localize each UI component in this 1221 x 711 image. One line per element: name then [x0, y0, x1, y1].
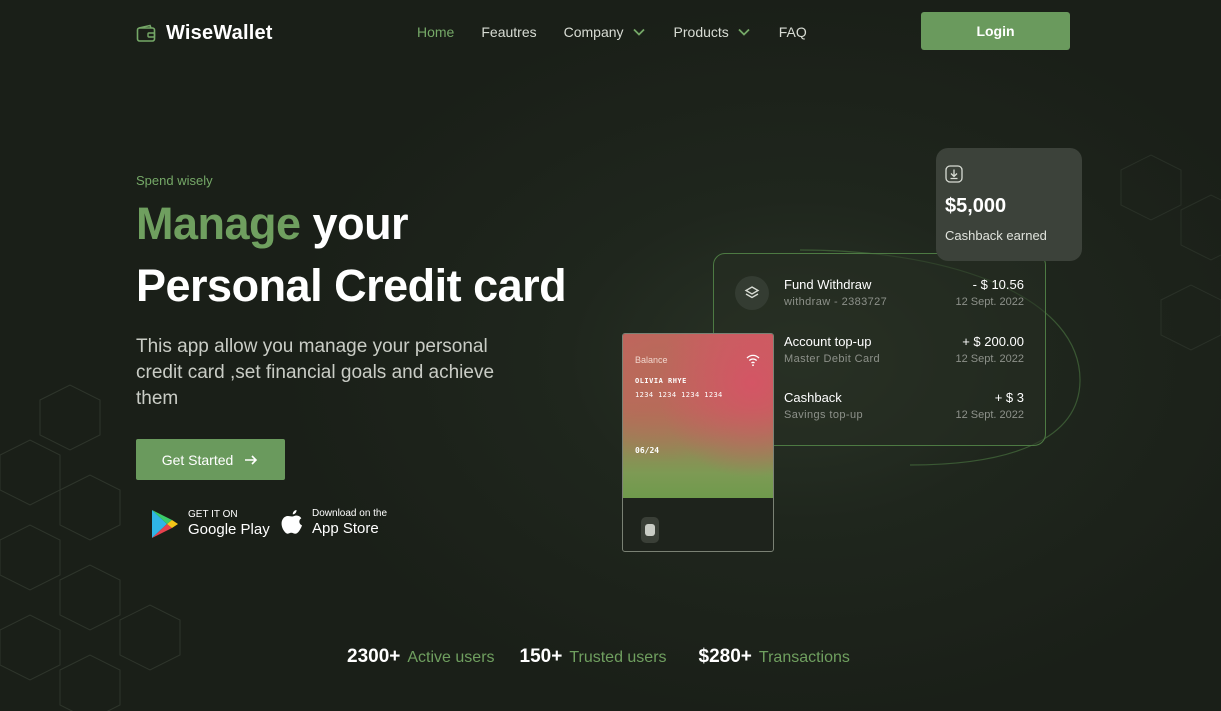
app-store-text: Download on the App Store [312, 508, 387, 538]
card-balance-label: Balance [635, 355, 668, 365]
tx-icon-circle [735, 276, 769, 310]
layers-icon [744, 286, 760, 299]
hero-eyebrow: Spend wisely [136, 173, 213, 188]
hero-description: This app allow you manage your personal … [136, 336, 495, 409]
card-chip [641, 517, 659, 543]
stat-trusted-users: 150+ Trusted users [520, 646, 667, 668]
nav-faq-label: FAQ [778, 24, 807, 40]
nav-products-label: Products [673, 24, 729, 40]
google-play-big: Google Play [188, 521, 270, 538]
stat-active-users: 2300+ Active users [347, 646, 495, 668]
nav-company[interactable]: Company [564, 24, 646, 40]
stat-label: Trusted users [569, 649, 667, 666]
nav-features-label: Feautres [481, 24, 537, 40]
hero-title-line1: Manage your [136, 198, 409, 250]
app-store-big: App Store [312, 520, 379, 537]
arrow-right-icon [245, 454, 258, 465]
hero-title-rest: your [300, 198, 409, 249]
tx-title: Fund Withdraw [784, 277, 872, 292]
chevron-down-icon [632, 28, 645, 36]
brand-name: WiseWallet [166, 22, 273, 44]
google-play-small: GET IT ON [188, 509, 238, 520]
nav-features[interactable]: Feautres [481, 24, 536, 40]
nav-home-label: Home [417, 24, 455, 40]
nav-home[interactable]: Home [417, 24, 454, 40]
tx-amount: - $ 10.56 [972, 277, 1024, 292]
top-navbar: WiseWallet Home Feautres Company Product… [0, 0, 1221, 66]
card-number: 1234 1234 1234 1234 [635, 391, 723, 399]
google-play-text: GET IT ON Google Play [188, 509, 270, 539]
stat-label: Transactions [758, 649, 850, 666]
tx-sub: Master Debit Card [784, 353, 881, 365]
tx-date: 12 Sept. 2022 [955, 409, 1024, 421]
get-started-button[interactable]: Get Started [136, 439, 285, 480]
hero-title-line2: Personal Credit card [136, 260, 567, 311]
tx-sub: withdraw - 2383727 [784, 296, 888, 308]
hexagon-pattern [0, 384, 181, 711]
stats-row: 2300+ Active users 150+ Trusted users $2… [347, 646, 850, 668]
card-expiry: 06/24 [635, 446, 660, 455]
wallet-icon [136, 24, 156, 42]
google-play-badge[interactable]: GET IT ON Google Play [150, 508, 270, 540]
hero-title-accent: Manage [136, 198, 301, 249]
stat-label: Active users [407, 649, 495, 666]
login-button[interactable]: Login [921, 12, 1070, 50]
download-icon [945, 165, 963, 183]
get-started-label: Get Started [161, 451, 234, 468]
credit-card-face: Balance OLIVIA RHYE 1234 1234 1234 1234 … [623, 334, 773, 498]
tx-date: 12 Sept. 2022 [955, 296, 1024, 308]
nav-company-label: Company [563, 24, 624, 40]
brand-logo[interactable]: WiseWallet [136, 22, 273, 45]
wifi-icon [746, 354, 760, 367]
stat-value: $280+ [698, 646, 752, 667]
stat-transactions: $280+ Transactions [699, 646, 850, 668]
card-holder: OLIVIA RHYE [635, 377, 687, 385]
tx-date: 12 Sept. 2022 [955, 353, 1024, 365]
tx-title: Account top-up [784, 334, 872, 349]
tx-sub: Savings top-up [784, 409, 863, 421]
nav-faq[interactable]: FAQ [779, 24, 807, 40]
main-menu: Home Feautres Company Products FAQ [417, 24, 807, 40]
cashback-label: Cashback earned [945, 228, 1047, 243]
tx-amount: + $ 3 [994, 390, 1024, 405]
chevron-down-icon [738, 28, 750, 36]
credit-card: Balance OLIVIA RHYE 1234 1234 1234 1234 … [622, 333, 774, 552]
google-play-icon [152, 510, 178, 538]
tx-title: Cashback [784, 390, 842, 405]
stat-value: 150+ [519, 646, 563, 667]
tx-amount: + $ 200.00 [962, 334, 1024, 349]
stat-value: 2300+ [347, 646, 401, 667]
app-store-small: Download on the [312, 508, 388, 519]
cashback-value: $5,000 [945, 195, 1007, 217]
apple-icon [281, 510, 302, 534]
app-store-badge[interactable]: Download on the App Store [280, 508, 387, 538]
nav-products[interactable]: Products [674, 24, 751, 40]
